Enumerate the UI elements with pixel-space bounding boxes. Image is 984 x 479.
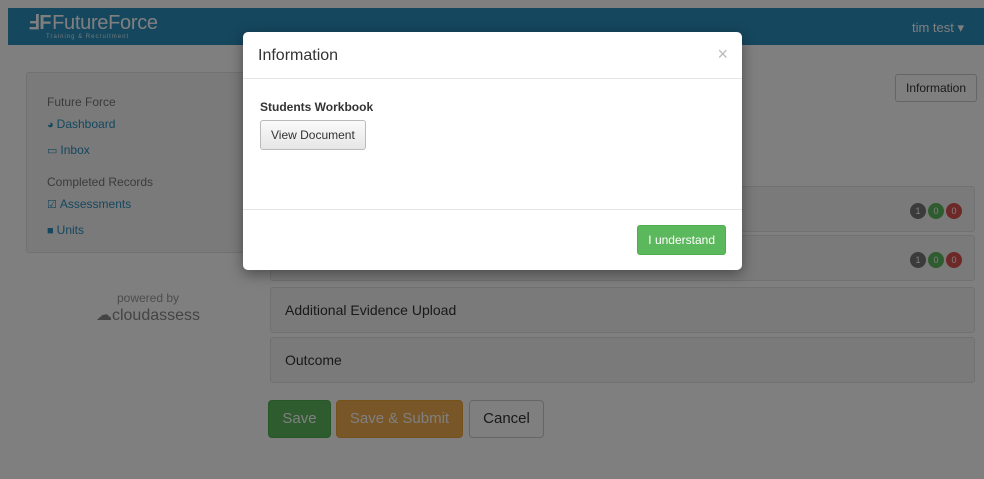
modal-footer: I understand bbox=[243, 209, 742, 270]
modal-title: Information bbox=[258, 47, 339, 64]
modal-header: Information × bbox=[243, 32, 742, 79]
modal-body: Students Workbook View Document bbox=[243, 79, 742, 209]
i-understand-button[interactable]: I understand bbox=[637, 225, 726, 255]
document-title: Students Workbook bbox=[260, 100, 374, 114]
information-modal: Information × Students Workbook View Doc… bbox=[243, 32, 742, 270]
view-document-button[interactable]: View Document bbox=[260, 120, 366, 150]
close-icon[interactable]: × bbox=[717, 45, 728, 63]
